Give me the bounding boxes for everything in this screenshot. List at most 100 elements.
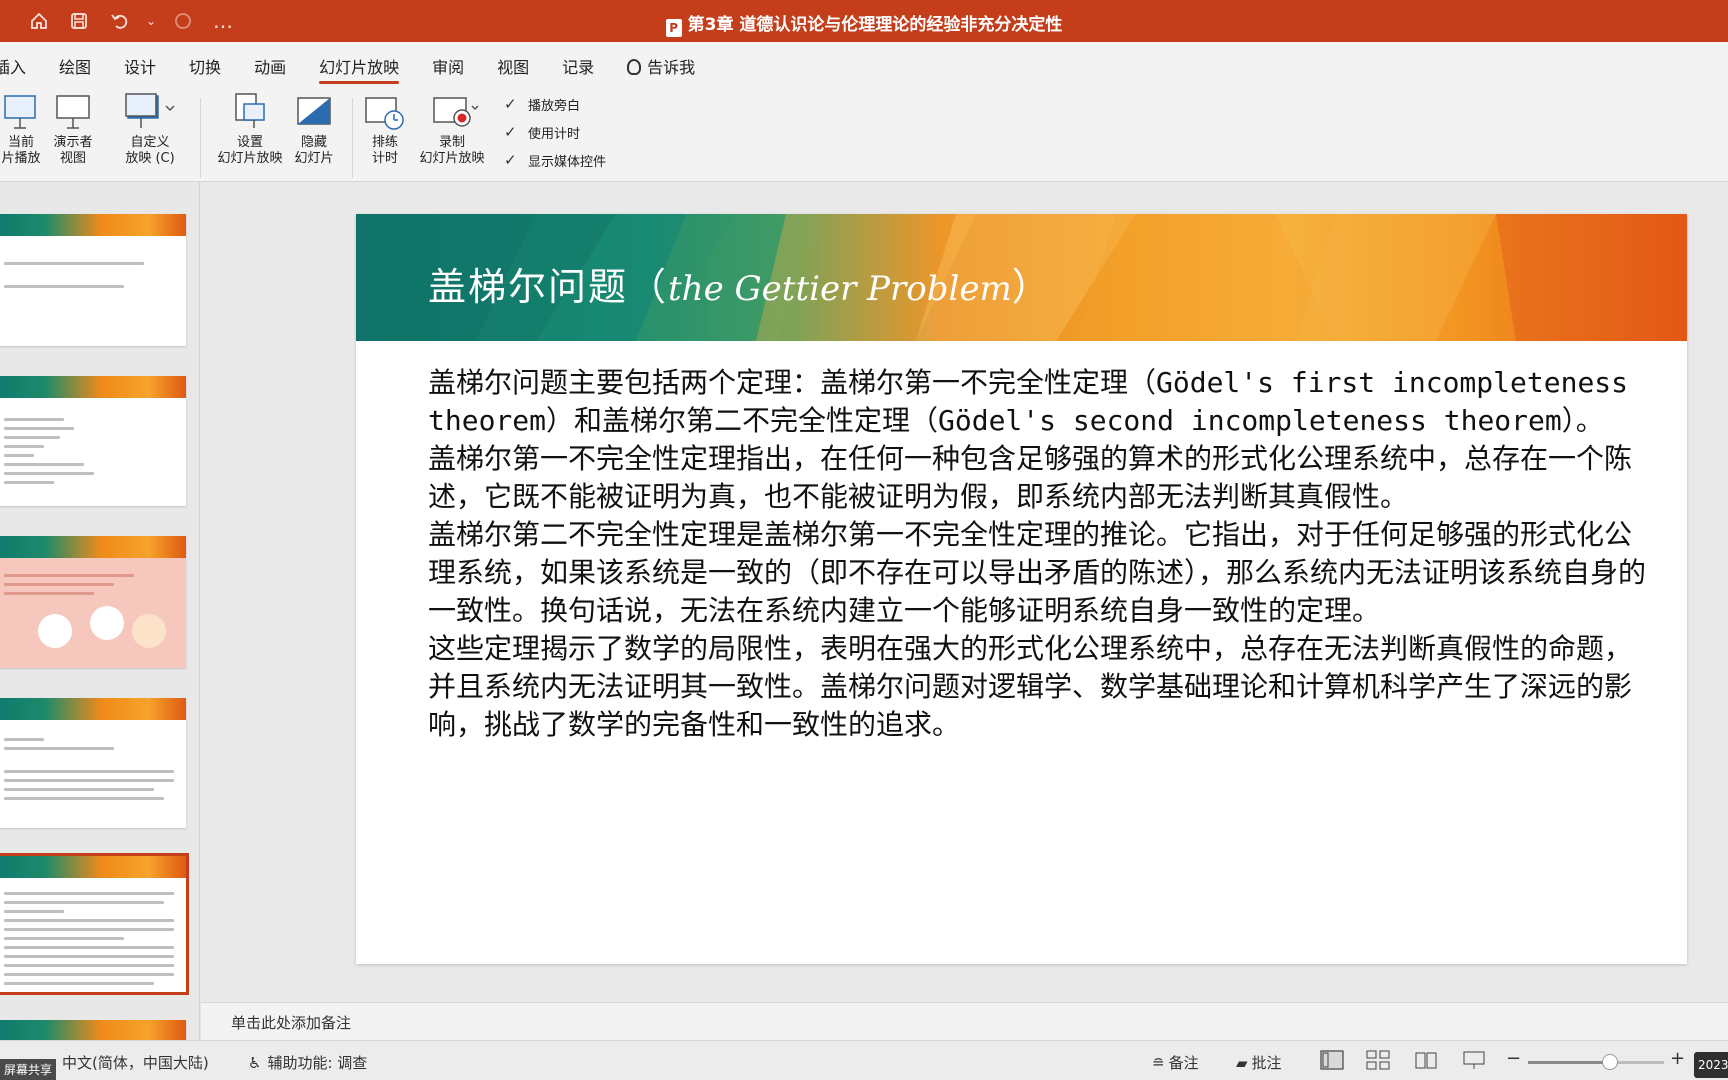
language-indicator[interactable]: 中文(简体，中国大陆) [62, 1052, 209, 1073]
thumbnail-circle [132, 614, 166, 648]
checkmark-icon: ✓ [504, 123, 517, 141]
thumbnail-header-band [0, 214, 186, 236]
thumbnail-header-band [0, 698, 186, 720]
play-from-current-icon [3, 92, 39, 132]
title-close-paren: ） [1011, 265, 1052, 309]
from-current-slide-button[interactable]: 当前 片播放 [0, 92, 46, 167]
presentation-icon [1463, 1051, 1485, 1069]
notes-button-label: 备注 [1168, 1054, 1199, 1072]
zoom-in-button[interactable]: + [1670, 1048, 1685, 1069]
hide-label-1: 隐藏 [300, 135, 327, 150]
accessibility-label: 辅助功能: 调查 [267, 1054, 368, 1072]
rehearse-label-2: 计时 [371, 151, 398, 166]
tab-animations[interactable]: 动画 [254, 50, 286, 80]
normal-view-button[interactable] [1320, 1050, 1344, 1070]
record-slide-show-button[interactable]: 录制 幻灯片放映 [414, 92, 490, 167]
tab-slide-show[interactable]: 幻灯片放映 [319, 50, 400, 84]
hide-label-2: 幻灯片 [294, 151, 334, 166]
show-media-controls-checkbox[interactable]: ✓ 显示媒体控件 [504, 146, 606, 174]
clock-date: 2023/ [1694, 1052, 1728, 1078]
notes-button[interactable]: ≘ 备注 [1152, 1052, 1199, 1073]
ribbon: 插入 绘图 设计 切换 动画 幻灯片放映 审阅 视图 记录 告诉我 当前 片播放… [0, 42, 1728, 182]
custom-show-icon [122, 92, 178, 132]
tab-record[interactable]: 记录 [562, 50, 594, 80]
accessibility-status[interactable]: ♿ 辅助功能: 调查 [248, 1052, 367, 1073]
slide-thumbnails-panel[interactable] [0, 182, 200, 1040]
tab-review[interactable]: 审阅 [432, 50, 464, 80]
slide-thumbnail[interactable] [0, 214, 186, 346]
custom-slide-show-button[interactable]: 自定义 放映 (C) [118, 92, 182, 167]
tell-me-label: 告诉我 [647, 58, 696, 77]
presenter-label-1: 演示者 [53, 135, 93, 150]
thumbnail-header-band [0, 536, 186, 558]
title-bar: ⌄ … P 第3章 道德认识论与伦理理论的经验非充分决定性 [0, 0, 1728, 42]
thumbnail-header-band [0, 1020, 186, 1040]
hide-slide-icon [296, 92, 332, 132]
slide-title[interactable]: 盖梯尔问题（the Gettier Problem） [428, 256, 1052, 311]
tab-tell-me[interactable]: 告诉我 [627, 50, 695, 80]
play-narrations-checkbox[interactable]: ✓ 播放旁白 [504, 90, 606, 118]
accessibility-icon: ♿ [248, 1054, 262, 1072]
setup-label-2: 幻灯片放映 [217, 151, 283, 166]
slide-thumbnail[interactable] [0, 376, 186, 506]
tab-design[interactable]: 设计 [124, 50, 156, 80]
thumbnail-header-band [0, 376, 186, 398]
record-icon [422, 92, 482, 132]
record-label-1: 录制 [438, 135, 465, 150]
checkmark-icon: ✓ [504, 95, 517, 113]
slide-body-text[interactable]: 盖梯尔问题主要包括两个定理：盖梯尔第一不完全性定理（Gödel's first … [428, 364, 1658, 744]
slide-thumbnail[interactable] [0, 536, 186, 668]
custom-label-2: 放映 (C) [125, 151, 175, 166]
use-timings-checkbox[interactable]: ✓ 使用计时 [504, 118, 606, 146]
from-current-label-2: 片播放 [1, 151, 41, 166]
lightbulb-icon [627, 59, 642, 75]
custom-label-1: 自定义 [130, 135, 170, 150]
slide-header-band: 盖梯尔问题（the Gettier Problem） [356, 214, 1687, 341]
ribbon-separator [352, 98, 353, 178]
tab-insert[interactable]: 插入 [0, 50, 26, 80]
zoom-slider[interactable] [1528, 1054, 1664, 1070]
hide-slide-button[interactable]: 隐藏 幻灯片 [290, 92, 338, 167]
screen-share-badge[interactable]: 屏幕共享 [0, 1059, 56, 1080]
zoom-slider-fill [1528, 1061, 1610, 1064]
notes-placeholder[interactable]: 单击此处添加备注 [231, 1012, 351, 1033]
setup-slide-show-button[interactable]: 设置 幻灯片放映 [212, 92, 288, 167]
grid-view-icon [1366, 1050, 1390, 1070]
play-narrations-label: 播放旁白 [528, 98, 581, 114]
comment-icon: ▰ [1236, 1054, 1248, 1072]
powerpoint-file-icon: P [665, 19, 682, 37]
current-slide[interactable]: 盖梯尔问题（the Gettier Problem） 盖梯尔问题主要包括两个定理… [356, 214, 1687, 964]
slide-thumbnail-selected[interactable] [0, 853, 189, 995]
tab-draw[interactable]: 绘图 [59, 50, 91, 80]
record-label-2: 幻灯片放映 [419, 151, 485, 166]
rehearse-label-1: 排练 [371, 135, 398, 150]
thumbnail-header-band [0, 856, 186, 878]
comments-button-label: 批注 [1251, 1054, 1282, 1072]
reading-view-button[interactable] [1414, 1050, 1438, 1070]
ribbon-separator [200, 98, 201, 178]
notes-pane[interactable]: 单击此处添加备注 [201, 1002, 1728, 1040]
thumbnail-circle [90, 606, 124, 640]
tab-view[interactable]: 视图 [497, 50, 529, 80]
presenter-label-2: 视图 [59, 151, 86, 166]
slide-sorter-view-button[interactable] [1366, 1050, 1390, 1070]
window-title: 第3章 道德认识论与伦理理论的经验非充分决定性 [687, 15, 1063, 35]
setup-label-1: 设置 [236, 135, 263, 150]
normal-view-icon [1320, 1050, 1344, 1070]
title-chinese: 盖梯尔问题（ [428, 265, 669, 309]
slide-editor[interactable]: 盖梯尔问题（the Gettier Problem） 盖梯尔问题主要包括两个定理… [201, 182, 1728, 1002]
ribbon-tabs: 插入 绘图 设计 切换 动画 幻灯片放映 审阅 视图 记录 告诉我 [0, 50, 728, 84]
rehearse-timings-button[interactable]: 排练 计时 [362, 92, 408, 167]
tab-transitions[interactable]: 切换 [189, 50, 221, 80]
status-bar: 屏幕共享 中文(简体，中国大陆) ♿ 辅助功能: 调查 ≘ 备注 ▰ 批注 − + 2… [0, 1040, 1728, 1080]
presenter-view-button[interactable]: 演示者 视图 [48, 92, 98, 167]
book-icon [1415, 1052, 1437, 1069]
comments-button[interactable]: ▰ 批注 [1236, 1052, 1282, 1073]
slide-show-view-button[interactable] [1462, 1050, 1486, 1070]
slide-thumbnail[interactable] [0, 698, 186, 828]
use-timings-label: 使用计时 [528, 126, 581, 142]
document-title: P 第3章 道德认识论与伦理理论的经验非充分决定性 [0, 10, 1728, 37]
slide-thumbnail[interactable] [0, 1020, 186, 1040]
zoom-out-button[interactable]: − [1506, 1048, 1521, 1069]
zoom-slider-handle[interactable] [1601, 1054, 1618, 1070]
